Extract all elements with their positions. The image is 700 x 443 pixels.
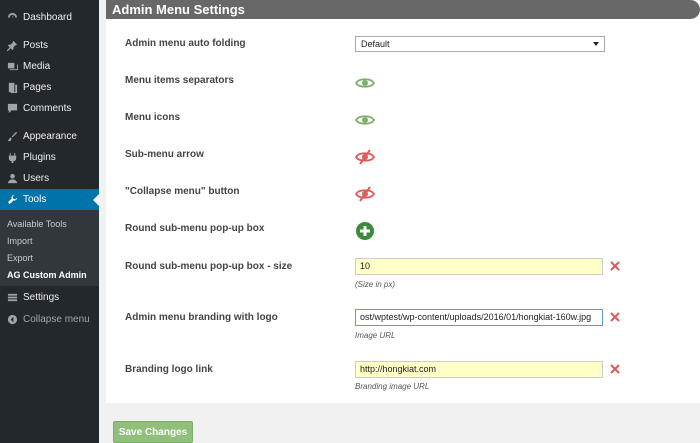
media-icon [6, 61, 18, 73]
branding-logo-input[interactable]: ost/wptest/wp-content/uploads/2016/01/ho… [355, 309, 603, 326]
sidebar-item-label: Posts [23, 40, 49, 51]
active-menu-arrow [93, 194, 99, 206]
clear-icon[interactable] [610, 364, 620, 374]
sidebar-item-label: Media [23, 61, 51, 72]
collapse-icon [6, 314, 18, 326]
menu-icons-label: Menu icons [125, 112, 181, 123]
sidebar-item-tools[interactable]: Tools [0, 189, 99, 210]
settings-icon [6, 292, 18, 304]
eye-visible-icon[interactable] [355, 76, 375, 90]
brush-icon [6, 131, 18, 143]
pin-icon [6, 40, 18, 52]
sidebar-item-label: Comments [23, 103, 72, 114]
popup-size-input[interactable]: 10 [355, 258, 603, 275]
clear-icon[interactable] [610, 261, 620, 271]
sidebar-item-dashboard[interactable]: Dashboard [0, 7, 99, 28]
branding-link-label: Branding logo link [125, 364, 213, 375]
auto-folding-value: Default [361, 39, 390, 49]
save-changes-button[interactable]: Save Changes [113, 421, 193, 443]
sidebar-item-plugins[interactable]: Plugins [0, 147, 99, 168]
sidebar-item-label: Tools [23, 194, 47, 205]
submenu-ag-custom-admin[interactable]: AG Custom Admin [7, 270, 87, 280]
sidebar-item-pages[interactable]: Pages [0, 77, 99, 98]
sidebar-item-comments[interactable]: Comments [0, 98, 99, 119]
dashboard-icon [6, 12, 18, 24]
collapse-menu-button[interactable]: Collapse menu [0, 309, 99, 330]
submenu-import[interactable]: Import [7, 236, 33, 246]
submenu-arrow-label: Sub-menu arrow [125, 149, 204, 160]
branding-link-input[interactable]: http://hongkiat.com [355, 361, 603, 378]
auto-folding-label: Admin menu auto folding [125, 38, 246, 49]
comment-icon [6, 103, 18, 115]
sidebar-item-posts[interactable]: Posts [0, 35, 99, 56]
panel-title: Admin Menu Settings [112, 2, 245, 17]
auto-folding-select[interactable]: Default [355, 36, 605, 52]
round-popup-label: Round sub-menu pop-up box [125, 223, 265, 234]
page-icon [6, 82, 18, 94]
add-circle-icon[interactable] [356, 222, 374, 240]
branding-logo-hint: Image URL [355, 331, 396, 340]
sidebar-item-appearance[interactable]: Appearance [0, 126, 99, 147]
branding-link-hint: Branding image URL [355, 382, 430, 391]
sidebar-item-label: Users [23, 173, 50, 184]
admin-sidebar: Dashboard Posts Media Pages Comments App… [0, 0, 99, 443]
sidebar-item-label: Plugins [23, 152, 56, 163]
sidebar-item-media[interactable]: Media [0, 56, 99, 77]
popup-size-hint: (Size in px) [355, 280, 396, 289]
submenu-available-tools[interactable]: Available Tools [7, 219, 67, 229]
sidebar-item-label: Appearance [23, 131, 77, 142]
clear-icon[interactable] [610, 312, 620, 322]
sidebar-item-label: Pages [23, 82, 52, 93]
wrench-icon [6, 194, 18, 206]
plug-icon [6, 152, 18, 164]
eye-hidden-icon[interactable] [355, 149, 375, 165]
settings-panel [106, 0, 700, 403]
collapse-button-label: "Collapse menu" button [125, 186, 240, 197]
user-icon [6, 173, 18, 185]
eye-hidden-icon[interactable] [355, 186, 375, 202]
separators-label: Menu items separators [125, 75, 234, 86]
sidebar-item-users[interactable]: Users [0, 168, 99, 189]
branding-logo-label: Admin menu branding with logo [125, 312, 278, 323]
eye-visible-icon[interactable] [355, 113, 375, 127]
sidebar-item-settings[interactable]: Settings [0, 287, 99, 308]
tools-submenu: Available Tools Import Export AG Custom … [0, 210, 99, 286]
chevron-down-icon [593, 42, 599, 46]
sidebar-item-label: Settings [23, 292, 60, 303]
collapse-menu-label: Collapse menu [23, 314, 90, 325]
submenu-export[interactable]: Export [7, 253, 33, 263]
sidebar-item-label: Dashboard [23, 12, 72, 23]
popup-size-label: Round sub-menu pop-up box - size [125, 261, 293, 272]
